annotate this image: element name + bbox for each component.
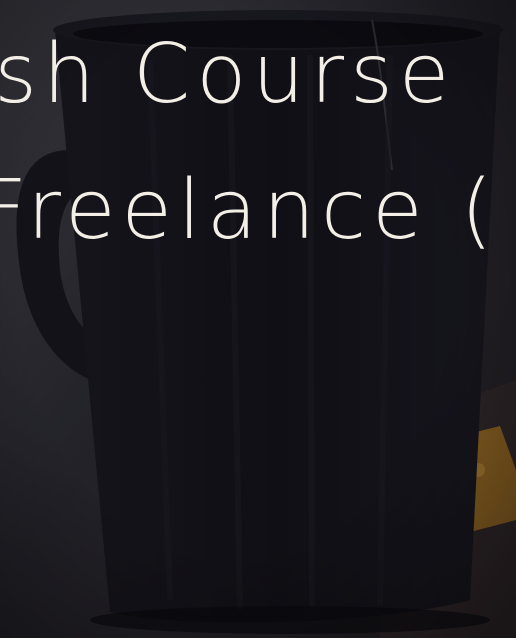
- headline-line-2: Freelance (: [0, 163, 499, 258]
- hero-banner: ash Course Freelance (: [0, 0, 516, 638]
- headline-line-1: ash Course: [0, 27, 456, 122]
- hero-headline: ash Course Freelance (: [0, 0, 516, 638]
